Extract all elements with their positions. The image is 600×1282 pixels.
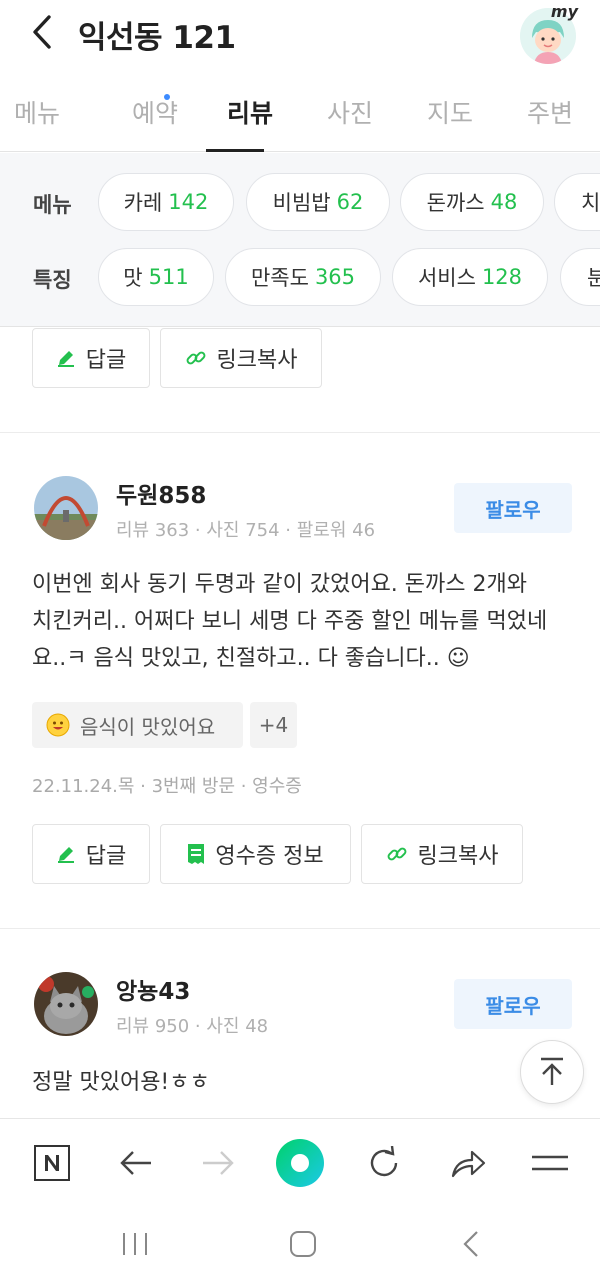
reply-button[interactable]: 답글 — [32, 824, 150, 884]
filter-chip[interactable]: 치 — [554, 173, 600, 231]
chevron-left-icon — [33, 15, 51, 49]
reply-button[interactable]: 답글 — [32, 328, 150, 388]
filter-chip[interactable]: 만족도 365 — [225, 248, 381, 306]
arrow-right-icon — [203, 1151, 234, 1175]
pencil-icon — [56, 844, 76, 864]
naver-home-button[interactable] — [26, 1137, 78, 1189]
home-square-icon — [290, 1231, 316, 1257]
my-label: my — [550, 2, 578, 21]
green-dot-button[interactable] — [274, 1137, 326, 1189]
green-dot-icon — [276, 1139, 324, 1187]
browser-toolbar — [0, 1118, 600, 1208]
review-text[interactable]: 이번엔 회사 동기 두명과 같이 갔었어요. 돈까스 2개와 치킨커리.. 어쩌… — [32, 566, 572, 677]
filter-label-menu: 메뉴 — [33, 193, 72, 217]
cat-photo-icon — [34, 972, 98, 1036]
tab-map[interactable]: 지도 — [400, 86, 500, 151]
review-user-stats: 리뷰 950 · 사진 48 — [116, 1016, 269, 1037]
follow-button[interactable]: 팔로우 — [454, 979, 572, 1029]
browser-forward-button[interactable] — [192, 1137, 244, 1189]
system-back-button[interactable] — [446, 1222, 496, 1266]
tab-reservation[interactable]: 예약 — [76, 86, 200, 151]
page-title: 익선동 121 — [78, 20, 236, 56]
feature-filter-row: 특징 맛511 만족도365 서비스128 분 — [0, 248, 600, 308]
home-button[interactable] — [278, 1222, 328, 1266]
filter-label-feature: 특징 — [33, 268, 72, 292]
notification-dot — [164, 94, 170, 100]
filter-chip[interactable]: 비빔밥 62 — [246, 173, 390, 231]
follow-button[interactable]: 팔로우 — [454, 483, 572, 533]
back-button[interactable] — [22, 10, 62, 54]
section-divider — [0, 432, 600, 433]
tab-reviews[interactable]: 리뷰 — [200, 86, 300, 152]
more-keywords-button[interactable]: +4 — [250, 702, 297, 748]
naver-n-icon — [34, 1145, 70, 1181]
system-nav-bar — [0, 1208, 600, 1282]
review-text[interactable]: 정말 맛있어용!ㅎㅎ — [32, 1064, 572, 1101]
arrow-up-icon — [541, 1057, 563, 1085]
avatar[interactable] — [34, 476, 98, 540]
receipt-info-button[interactable]: 영수증 정보 — [160, 824, 351, 884]
pencil-icon — [56, 348, 76, 368]
filter-chip[interactable]: 맛 511 — [98, 248, 214, 306]
tab-photos[interactable]: 사진 — [300, 86, 400, 151]
copy-link-button[interactable]: 링크복사 — [361, 824, 523, 884]
section-divider — [0, 928, 600, 929]
avatar[interactable] — [34, 972, 98, 1036]
filter-chip[interactable]: 카레 142 — [98, 173, 234, 231]
filter-chip[interactable]: 돈까스 48 — [400, 173, 544, 231]
chevron-left-icon — [463, 1231, 478, 1257]
browser-back-button[interactable] — [110, 1137, 162, 1189]
share-arrow-icon — [451, 1150, 486, 1178]
scroll-to-top-button[interactable] — [520, 1040, 584, 1104]
receipt-icon — [187, 843, 205, 865]
recent-apps-icon — [123, 1233, 147, 1255]
menu-button[interactable] — [524, 1137, 576, 1189]
arrow-left-icon — [120, 1151, 151, 1175]
review-filter-panel: 메뉴 카레 142 비빔밥 62 돈까스 48 치 특징 맛 511 만족도 365 서비… — [0, 153, 600, 327]
tab-menu[interactable]: 메뉴 — [0, 86, 76, 151]
link-icon — [185, 347, 207, 369]
smile-emoji-icon — [46, 713, 70, 737]
review-user-stats: 리뷰 363 · 사진 754 · 팔로워 46 — [116, 520, 376, 541]
menu-filter-row: 메뉴 카레 142 비빔밥 62 돈까스 48 치 — [0, 173, 600, 233]
review-username[interactable]: 두원858 — [116, 476, 206, 510]
landscape-photo-icon — [34, 476, 98, 540]
link-icon — [386, 843, 408, 865]
review-username[interactable]: 앙뇽43 — [116, 972, 190, 1006]
filter-chip[interactable]: 서비스 128 — [392, 248, 548, 306]
copy-link-button[interactable]: 링크복사 — [160, 328, 322, 388]
tab-bar: 메뉴 예약 리뷰 사진 지도 주변 — [0, 86, 600, 152]
app-header: 익선동 121 my — [0, 0, 600, 66]
hamburger-icon — [532, 1155, 568, 1171]
visit-info: 22.11.24.목 · 3번째 방문 · 영수증 — [32, 776, 302, 797]
refresh-button[interactable] — [358, 1137, 410, 1189]
refresh-icon — [370, 1146, 398, 1177]
tab-nearby[interactable]: 주변 — [500, 86, 600, 151]
share-button[interactable] — [442, 1137, 494, 1189]
filter-chip[interactable]: 분 — [560, 248, 600, 306]
recent-apps-button[interactable] — [110, 1222, 160, 1266]
review-keyword-tag[interactable]: 음식이 맛있어요 — [32, 702, 243, 748]
